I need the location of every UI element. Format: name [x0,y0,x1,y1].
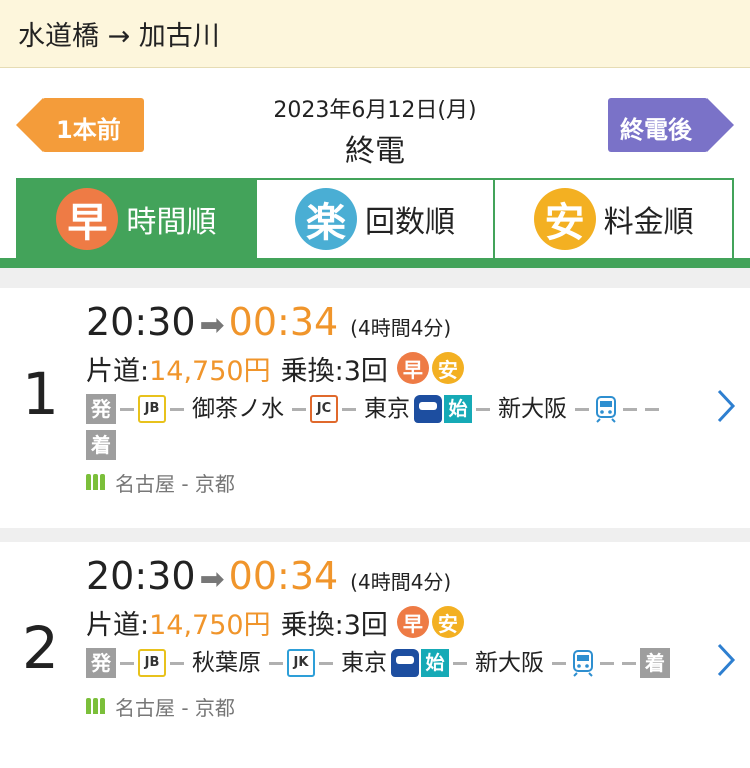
seat-icon [86,698,107,714]
sort-tabs: 早 時間順 楽 回数順 安 料金順 [16,178,734,258]
cheap-badge-icon: 安 [431,352,464,384]
shinkansen-icon [414,395,442,423]
route-legs: 発 JB 御茶ノ水 JC 東京 始 新大阪 着 [86,388,690,460]
next-train-label: 終電後 [620,116,692,144]
chevron-right-icon [717,643,736,677]
depart-tag: 発 [86,394,116,424]
easy-badge-icon: 楽 [295,188,357,250]
tab-label: 時間順 [126,205,217,240]
line-code-badge: JC [310,395,338,423]
tab-sort-time[interactable]: 早 時間順 [18,180,255,258]
reserved-seat-row: 名古屋 - 京都 [86,464,690,500]
tab-rule [0,258,750,268]
arrow-right-icon: ➡ [199,562,225,597]
fare-row: 片道: 14,750円 乗換:3回 早 安 [86,348,690,388]
duration: (4時間4分) [350,570,452,594]
transfer-count: 乗換:3回 [280,609,388,641]
route-result[interactable]: 2 20:30 ➡ 00:34 (4時間4分) 片道: 14,750円 乗換:3… [0,542,750,768]
arrive-time: 00:34 [228,300,339,344]
tab-sort-transfers[interactable]: 楽 回数順 [254,180,494,258]
fare-row: 片道: 14,750円 乗換:3回 早 安 [86,602,690,642]
station-name: 東京 [341,650,387,676]
station-name: 御茶ノ水 [192,396,284,422]
cheap-badge-icon: 安 [533,188,596,250]
shinkansen-icon [391,649,419,677]
station-name: 新大阪 [498,396,567,422]
date-bar: 1本前 2023年6月12日(月) 終電 終電後 [0,68,750,169]
duration: (4時間4分) [350,316,452,340]
route-result[interactable]: 1 20:30 ➡ 00:34 (4時間4分) 片道: 14,750円 乗換:3… [0,288,750,528]
arrive-tag: 着 [640,648,670,678]
tab-label: 回数順 [365,205,455,240]
route-legs: 発 JB 秋葉原 JK 東京 始 新大阪 着 [86,642,690,684]
station-name: 東京 [364,396,410,422]
seat-icon [86,474,107,490]
tab-sort-fare[interactable]: 安 料金順 [493,180,733,258]
route-number: 1 [22,360,59,428]
route-title: 水道橋 → 加古川 [18,21,220,52]
fare-value: 14,750円 [149,355,271,387]
reserved-seat-section: 名古屋 - 京都 [115,695,235,720]
reserved-seat-row: 名古屋 - 京都 [86,688,690,724]
next-train-button[interactable]: 終電後 [608,98,734,152]
arrive-tag: 着 [86,430,116,460]
route-header: 水道橋 → 加古川 [0,0,750,68]
line-code-badge: JB [138,649,166,677]
train-icon [570,649,596,677]
fast-badge-icon: 早 [56,188,119,250]
depart-time: 20:30 [86,300,196,344]
cheap-badge-icon: 安 [431,606,464,638]
fare-value: 14,750円 [149,609,271,641]
tab-label: 料金順 [603,205,694,240]
line-code-badge: JK [287,649,315,677]
arrive-time: 00:34 [228,554,339,598]
reserved-seat-section: 名古屋 - 京都 [115,471,235,496]
station-name: 秋葉原 [192,650,261,676]
station-name: 新大阪 [475,650,544,676]
train-icon [593,395,619,423]
depart-tag: 発 [86,648,116,678]
line-code-badge: JB [138,395,166,423]
fast-badge-icon: 早 [396,606,429,638]
route-number: 2 [22,614,59,682]
time-row: 20:30 ➡ 00:34 (4時間4分) [86,554,690,602]
chevron-right-icon [717,389,736,423]
fast-badge-icon: 早 [396,352,429,384]
fare-label: 片道: [86,609,150,641]
depart-time: 20:30 [86,554,196,598]
transfer-count: 乗換:3回 [280,355,388,387]
time-row: 20:30 ➡ 00:34 (4時間4分) [86,300,690,348]
start-tag: 始 [444,395,472,423]
start-tag: 始 [421,649,449,677]
arrow-right-icon: ➡ [199,308,225,343]
fare-label: 片道: [86,355,150,387]
